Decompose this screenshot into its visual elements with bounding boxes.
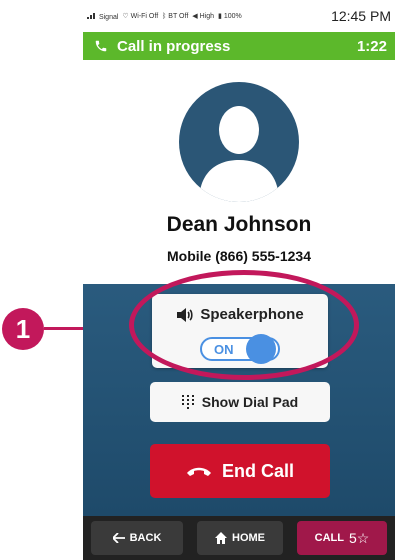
person-silhouette-icon: [199, 106, 279, 202]
call-superscript: 5☆: [348, 529, 370, 546]
call-status-title: Call in progress: [117, 37, 231, 55]
volume-label: High: [199, 13, 215, 20]
dial-pad-label: Show Dial Pad: [201, 394, 299, 410]
dialpad-icon: [181, 395, 194, 409]
volume-icon: ◀: [192, 13, 198, 20]
home-button[interactable]: HOME: [197, 521, 283, 555]
wifi-status: ♡ Wi-Fi Off: [122, 12, 158, 20]
signal-label: Signal: [98, 14, 119, 21]
signal-status: Signal: [87, 11, 118, 21]
status-bar: Signal ♡ Wi-Fi Off ᛒ BT Off ◀ High ▮ 100…: [83, 0, 395, 32]
battery-label: 100%: [223, 13, 242, 20]
call-timer: 1:22: [356, 37, 387, 55]
wifi-icon: ♡: [122, 13, 129, 20]
bluetooth-label: BT Off: [168, 12, 189, 20]
home-label: HOME: [232, 532, 265, 544]
hangup-icon: [186, 465, 212, 477]
contact-name: Dean Johnson: [166, 213, 312, 236]
phone-icon: [93, 38, 109, 54]
call-button[interactable]: CALL 5☆: [297, 521, 387, 555]
show-dial-pad-button[interactable]: Show Dial Pad: [150, 382, 330, 422]
back-button[interactable]: BACK: [91, 521, 183, 555]
annotation-number-badge: 1: [2, 308, 44, 350]
annotation-highlight-ellipse: [129, 270, 359, 380]
contact-number: Mobile (866) 555-1234: [167, 248, 311, 264]
battery-status: ▮ 100%: [218, 12, 242, 20]
wifi-label: Wi-Fi Off: [130, 13, 159, 20]
end-call-label: End Call: [221, 460, 294, 481]
contact-avatar: [179, 82, 299, 202]
signal-icon: [87, 13, 95, 19]
status-time: 12:45 PM: [331, 8, 391, 24]
back-arrow-icon: [112, 533, 125, 543]
back-label: BACK: [129, 532, 162, 544]
bottom-navigation: BACK HOME CALL 5☆: [83, 516, 395, 560]
call-header: Call in progress 1:22: [83, 32, 395, 60]
volume-status: ◀ High: [192, 12, 214, 20]
battery-icon: ▮: [218, 13, 222, 20]
bluetooth-status: ᛒ BT Off: [162, 13, 188, 20]
home-icon: [215, 532, 227, 544]
bluetooth-icon: ᛒ: [162, 12, 167, 20]
end-call-button[interactable]: End Call: [150, 444, 330, 498]
call-label: CALL: [314, 532, 344, 544]
